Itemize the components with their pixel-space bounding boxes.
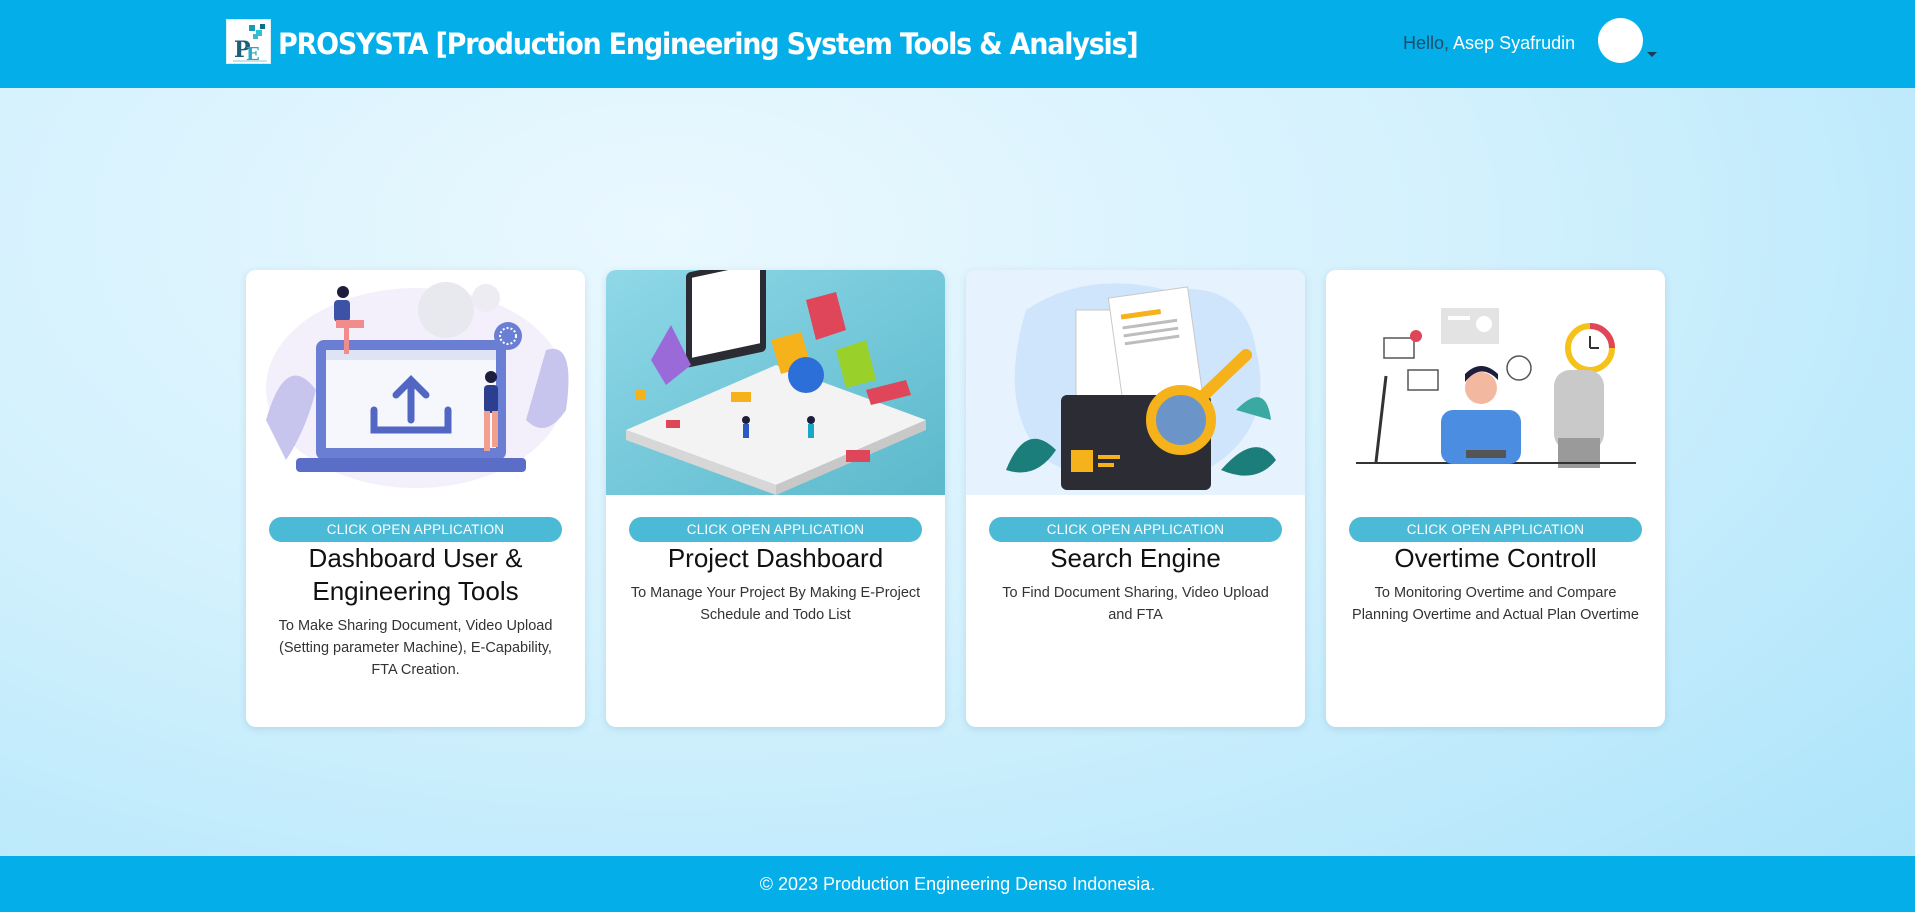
top-navbar: P E PROSYSTA [Production Engineering Sys… <box>0 0 1915 88</box>
app-logo[interactable]: P E <box>226 19 271 65</box>
copyright-text: © 2023 Production Engineering Denso Indo… <box>759 874 1156 894</box>
app-brand-title[interactable]: PROSYSTA [Production Engineering System … <box>278 22 1139 66</box>
user-name: Asep Syafrudin <box>1453 33 1576 53</box>
open-application-button[interactable]: CLICK OPEN APPLICATION <box>269 517 562 542</box>
open-application-button[interactable]: CLICK OPEN APPLICATION <box>989 517 1282 542</box>
page-footer: © 2023 Production Engineering Denso Indo… <box>0 856 1915 912</box>
document-search-illustration <box>966 270 1305 495</box>
card-description: To Find Document Sharing, Video Upload a… <box>1002 585 1269 623</box>
svg-text:E: E <box>246 44 260 65</box>
card-description: To Monitoring Overtime and Compare Plann… <box>1352 585 1639 623</box>
user-greeting: Hello, Asep Syafrudin <box>1403 33 1575 54</box>
isometric-project-illustration <box>606 270 945 495</box>
app-card-search-engine: CLICK OPEN APPLICATION Search Engine To … <box>966 270 1305 727</box>
upload-laptop-illustration <box>246 270 585 495</box>
app-card-overtime-control: CLICK OPEN APPLICATION Overtime Controll… <box>1326 270 1665 727</box>
card-description: To Make Sharing Document, Video Upload (… <box>278 618 553 678</box>
app-card-dashboard-user: CLICK OPEN APPLICATION Dashboard User & … <box>246 270 585 727</box>
user-avatar[interactable] <box>1598 18 1643 63</box>
chevron-down-icon[interactable] <box>1647 52 1657 57</box>
card-title: Overtime Controll <box>1394 543 1597 573</box>
app-card-project-dashboard: CLICK OPEN APPLICATION Project Dashboard… <box>606 270 945 727</box>
overtime-clock-illustration <box>1326 270 1665 495</box>
card-title: Search Engine <box>1050 543 1221 573</box>
open-application-button[interactable]: CLICK OPEN APPLICATION <box>629 517 922 542</box>
greeting-prefix: Hello, <box>1403 33 1450 53</box>
card-description: To Manage Your Project By Making E-Proje… <box>630 585 921 623</box>
card-title: Project Dashboard <box>667 543 884 573</box>
card-title: Dashboard User & Engineering Tools <box>308 543 523 606</box>
open-application-button[interactable]: CLICK OPEN APPLICATION <box>1349 517 1642 542</box>
